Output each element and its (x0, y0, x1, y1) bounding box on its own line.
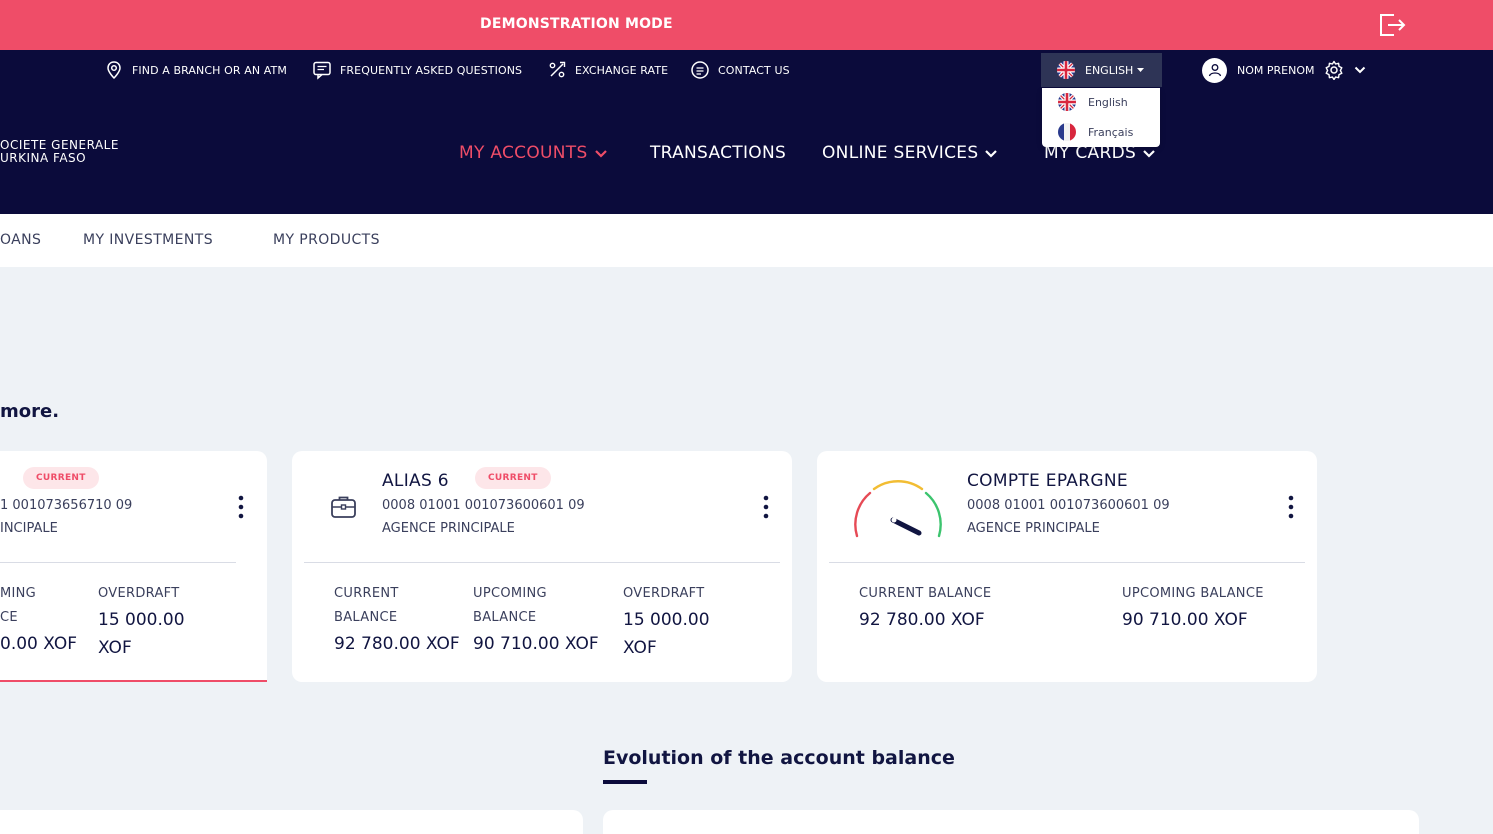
logout-icon[interactable] (1377, 11, 1407, 39)
intro-text: more. (0, 401, 60, 422)
upcoming-balance-label-2: BALANCE (473, 610, 537, 625)
nav-transactions[interactable]: TRANSACTIONS (650, 142, 786, 164)
savings-gauge-icon (854, 480, 942, 538)
language-option-english-label: English (1088, 95, 1128, 109)
account-branch: AGENCE PRINCIPALE (967, 521, 1100, 536)
account-branch: AGENCE PRINCIPALE (382, 521, 515, 536)
overdraft-value: 15 000.00 (623, 610, 710, 630)
subnav-my-investments[interactable]: MY INVESTMENTS (83, 232, 213, 248)
current-balance-value: 92 780.00 XOF (859, 610, 985, 630)
accounts-subnav (0, 214, 1493, 267)
language-option-french[interactable]: Français (1058, 122, 1133, 142)
more-options-icon[interactable] (1288, 495, 1294, 519)
find-branch-label: FIND A BRANCH OR AN ATM (132, 63, 287, 77)
account-name: COMPTE EPARGNE (967, 471, 1128, 491)
language-option-english[interactable]: English (1058, 92, 1128, 112)
section-title: Evolution of the account balance (603, 747, 955, 769)
chart-panel (603, 810, 1419, 834)
overdraft-label: OVERDRAFT (623, 586, 705, 601)
france-flag-icon (1058, 123, 1076, 141)
contact-link[interactable]: CONTACT US (690, 50, 790, 90)
status-badge: CURRENT (23, 467, 99, 489)
nav-online-services[interactable]: ONLINE SERVICES (822, 142, 998, 164)
account-name: ALIAS 6 (382, 471, 449, 491)
card-divider (829, 562, 1305, 563)
faq-label: FREQUENTLY ASKED QUESTIONS (340, 63, 523, 77)
language-selector[interactable]: ENGLISH (1041, 53, 1162, 87)
chevron-down-icon (594, 149, 607, 158)
briefcase-icon (331, 496, 356, 518)
status-badge: CURRENT (475, 467, 551, 489)
faq-chat-icon (313, 61, 331, 80)
user-name: NOM PRENOM (1237, 63, 1315, 77)
nav-my-accounts[interactable]: MY ACCOUNTS (459, 142, 608, 164)
upcoming-balance-value: 90 710.00 XOF (1122, 610, 1248, 630)
upcoming-balance-label: UPCOMING (473, 586, 547, 601)
account-branch: INCIPALE (0, 521, 58, 536)
balance-label: CE (0, 610, 18, 625)
faq-link[interactable]: FREQUENTLY ASKED QUESTIONS (312, 50, 522, 90)
section-title-underline (603, 780, 647, 784)
language-option-french-label: Français (1088, 125, 1134, 139)
balance-label: MING (0, 586, 37, 601)
overdraft-currency: XOF (623, 638, 657, 658)
card-divider (304, 562, 780, 563)
contact-label: CONTACT US (718, 63, 790, 77)
current-balance-label: CURRENT BALANCE (859, 586, 992, 601)
caret-down-icon (1137, 67, 1145, 72)
upcoming-balance-label: UPCOMING BALANCE (1122, 586, 1264, 601)
chevron-down-icon[interactable] (1354, 66, 1366, 74)
uk-flag-icon (1057, 61, 1075, 79)
overdraft-currency: XOF (98, 638, 132, 658)
user-avatar-icon (1202, 57, 1227, 83)
contact-icon (691, 61, 709, 79)
language-label: ENGLISH (1085, 63, 1134, 77)
more-options-icon[interactable] (238, 495, 244, 519)
bank-logo[interactable]: OCIETE GENERALE URKINA FASO (0, 139, 119, 165)
current-balance-label-2: BALANCE (334, 610, 398, 625)
language-dropdown: English Français (1042, 88, 1160, 147)
find-branch-link[interactable]: FIND A BRANCH OR AN ATM (104, 50, 287, 90)
card-divider (0, 562, 236, 563)
balance-value: 0.00 XOF (0, 634, 77, 654)
account-number: 1 001073656710 09 (0, 498, 133, 513)
account-number: 0008 01001 001073600601 09 (967, 498, 1170, 513)
overdraft-value: 15 000.00 (98, 610, 185, 630)
demo-mode-label: DEMONSTRATION MODE (480, 16, 673, 32)
demo-banner: DEMONSTRATION MODE (0, 0, 1493, 50)
subnav-my-products[interactable]: MY PRODUCTS (273, 232, 380, 248)
current-balance-label: CURRENT (334, 586, 399, 601)
subnav-loans[interactable]: OANS (0, 232, 41, 248)
nav-online-services-label: ONLINE SERVICES (822, 143, 979, 163)
current-balance-value: 92 780.00 XOF (334, 634, 460, 654)
more-options-icon[interactable] (763, 495, 769, 519)
upcoming-balance-value: 90 710.00 XOF (473, 634, 599, 654)
gear-icon[interactable] (1324, 60, 1344, 80)
location-pin-icon (107, 61, 121, 80)
logo-line-2: URKINA FASO (0, 151, 87, 165)
percent-icon (549, 61, 566, 78)
chart-panel (0, 810, 583, 834)
exchange-rate-link[interactable]: EXCHANGE RATE (547, 50, 668, 90)
exchange-rate-label: EXCHANGE RATE (575, 63, 669, 77)
nav-my-accounts-label: MY ACCOUNTS (459, 143, 588, 163)
chevron-down-icon (1143, 149, 1155, 158)
nav-transactions-label: TRANSACTIONS (650, 143, 787, 163)
chevron-down-icon (985, 149, 998, 158)
uk-flag-icon (1058, 93, 1076, 111)
overdraft-label: OVERDRAFT (98, 586, 180, 601)
user-menu[interactable]: NOM PRENOM (1202, 57, 1366, 83)
account-number: 0008 01001 001073600601 09 (382, 498, 585, 513)
